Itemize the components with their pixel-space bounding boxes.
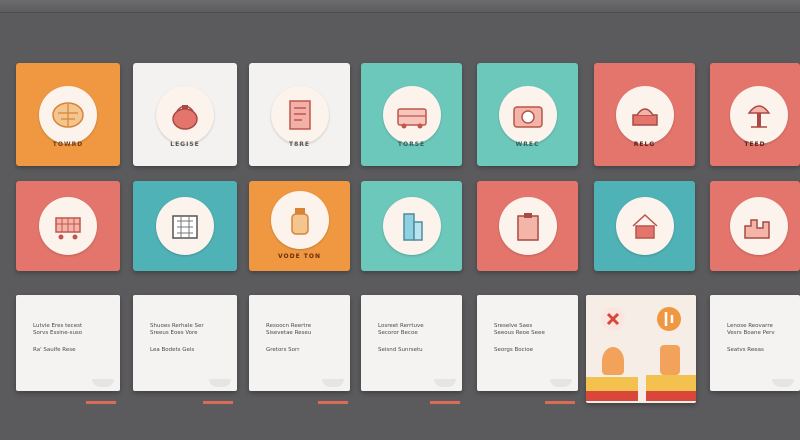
tile-caption: TEED <box>744 141 766 148</box>
page-curl <box>322 379 344 387</box>
info-card[interactable]: Lutvie Eres tecest Sorvs Essine-suso Ra'… <box>16 295 120 391</box>
platform-block <box>586 377 638 391</box>
info-card[interactable]: Sreselve Saes Seeous Reoe Seee Seorgs Bo… <box>477 295 578 391</box>
app-tile[interactable] <box>361 181 462 271</box>
app-tile[interactable] <box>594 181 695 271</box>
card-tab <box>545 401 575 404</box>
camera-icon <box>499 86 557 144</box>
close-icon[interactable] <box>601 307 625 331</box>
app-tile[interactable]: LEGISE <box>133 63 237 166</box>
platform-block <box>586 391 638 401</box>
card-line: Sreselve Saes <box>494 323 533 329</box>
page-curl <box>550 379 572 387</box>
app-tile[interactable]: VODE TON <box>249 181 350 271</box>
card-line: Seorgs Bocioe <box>494 347 533 353</box>
app-tile[interactable]: TEED <box>710 63 800 166</box>
page-curl <box>92 379 114 387</box>
illustration-card[interactable] <box>586 295 696 403</box>
top-toolbar <box>0 0 800 13</box>
card-line: Lea Bodets Geis <box>150 347 195 353</box>
app-tile[interactable]: RELG <box>594 63 695 166</box>
brain-map-icon <box>39 86 97 144</box>
card-line: Sorvs Essine-suso <box>33 330 83 336</box>
card-line: Seeous Reoe Seee <box>494 330 545 336</box>
tile-caption: TORSE <box>397 141 426 148</box>
cart-icon <box>39 197 97 255</box>
card-line: Sreeus Eoes Vore <box>150 330 198 336</box>
app-tile[interactable] <box>16 181 120 271</box>
tile-caption: WREC <box>515 141 540 148</box>
teapot-icon <box>156 86 214 144</box>
card-line: Ra' Saulfe Rese <box>33 347 76 353</box>
clipboard-icon <box>499 197 557 255</box>
card-line: Seatvs Reeas <box>727 347 764 353</box>
page-curl <box>772 379 794 387</box>
tree-icon <box>730 86 788 144</box>
tile-caption: RELG <box>633 141 656 148</box>
card-line: Vesrs Boane Perv <box>727 330 775 336</box>
card-tab <box>203 401 233 404</box>
card-line: Lenose Reovarre <box>727 323 773 329</box>
card-line: Resoocn Reertre <box>266 323 312 329</box>
tool-icon[interactable] <box>657 307 681 331</box>
building-icon <box>156 197 214 255</box>
bus-icon <box>383 86 441 144</box>
info-card[interactable]: Shuoes Rerhale Ser Sreeus Eoes Vore Lea … <box>133 295 237 391</box>
page-curl <box>434 379 456 387</box>
city-icon <box>730 197 788 255</box>
tile-caption: LEGISE <box>170 141 200 148</box>
tower-icon <box>383 197 441 255</box>
info-card[interactable]: Resoocn Reertre Sisevetae Reseu Gretors … <box>249 295 350 391</box>
card-tab <box>318 401 348 404</box>
platform-block <box>646 391 696 401</box>
app-tile[interactable] <box>710 181 800 271</box>
hat-icon <box>616 86 674 144</box>
app-tile[interactable]: T8RE <box>249 63 350 166</box>
figure-icon <box>660 345 680 375</box>
tile-caption: T8RE <box>289 141 310 148</box>
card-tab <box>430 401 460 404</box>
figure-icon <box>602 347 624 375</box>
bottle-icon <box>271 191 329 249</box>
app-tile[interactable] <box>477 181 578 271</box>
platform-block <box>646 375 696 391</box>
card-tab <box>86 401 116 404</box>
card-line: Sisevetae Reseu <box>266 330 312 336</box>
tile-caption: TOWRD <box>52 141 84 148</box>
house-icon <box>616 197 674 255</box>
app-tile[interactable]: TOWRD <box>16 63 120 166</box>
tile-caption: VODE TON <box>277 253 322 260</box>
info-card[interactable]: Lenose Reovarre Vesrs Boane Perv Seatvs … <box>710 295 800 391</box>
document-icon <box>271 86 329 144</box>
app-tile[interactable] <box>133 181 237 271</box>
card-line: Shuoes Rerhale Ser <box>150 323 204 329</box>
card-line: Gretors Sorr <box>266 347 300 353</box>
page-curl <box>209 379 231 387</box>
app-tile[interactable]: TORSE <box>361 63 462 166</box>
card-line: Lutvie Eres tecest <box>33 323 83 329</box>
card-line: Losreet Rerrtuve <box>378 323 424 329</box>
info-card[interactable]: Losreet Rerrtuve Secoror Becoe Seisnd Su… <box>361 295 462 391</box>
app-tile[interactable]: WREC <box>477 63 578 166</box>
card-line: Seisnd Sunrsetu <box>378 347 423 353</box>
card-line: Secoror Becoe <box>378 330 418 336</box>
